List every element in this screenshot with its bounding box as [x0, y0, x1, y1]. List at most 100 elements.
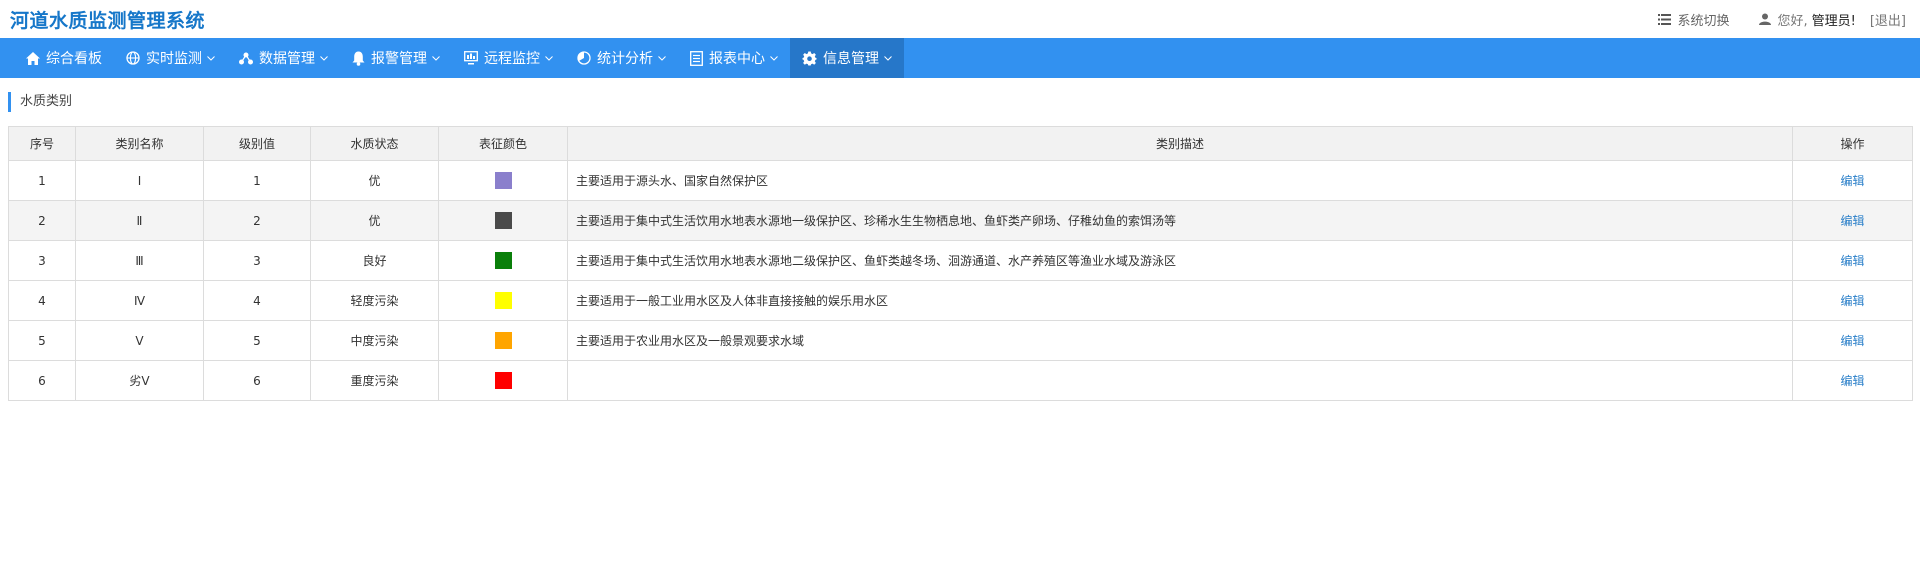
nav-label: 远程监控	[484, 51, 540, 67]
cell-status: 重度污染	[310, 360, 439, 401]
nav-label: 综合看板	[46, 51, 102, 67]
logout-link[interactable]: [退出]	[1870, 10, 1906, 29]
cell-name: Ⅳ	[75, 280, 204, 321]
cell-description: 主要适用于集中式生活饮用水地表水源地一级保护区、珍稀水生生物栖息地、鱼虾类产卵场…	[567, 200, 1793, 241]
cell-color	[438, 320, 568, 361]
cell-level: 5	[203, 320, 311, 361]
bell-icon	[352, 51, 365, 66]
chevron-down-icon	[432, 55, 440, 61]
nav-label: 数据管理	[259, 51, 315, 67]
cell-level: 1	[203, 160, 311, 201]
color-swatch	[494, 212, 512, 229]
home-icon	[26, 51, 40, 65]
header-actions: 系统切换 您好, 管理员! [退出]	[1658, 10, 1906, 29]
column-header: 表征颜色	[438, 126, 568, 161]
edit-link[interactable]: 编辑	[1840, 214, 1864, 228]
table-row: 3 Ⅲ 3 良好 主要适用于集中式生活饮用水地表水源地二级保护区、鱼虾类越冬场、…	[8, 240, 1913, 281]
edit-link[interactable]: 编辑	[1840, 294, 1864, 308]
chevron-down-icon	[658, 55, 666, 61]
column-header: 水质状态	[310, 126, 439, 161]
table-row: 2 Ⅱ 2 优 主要适用于集中式生活饮用水地表水源地一级保护区、珍稀水生生物栖息…	[8, 200, 1913, 241]
cell-description: 主要适用于源头水、国家自然保护区	[567, 160, 1793, 201]
cell-color	[438, 240, 568, 281]
cell-status: 中度污染	[310, 320, 439, 361]
monitor-icon	[464, 51, 478, 65]
color-swatch	[494, 332, 512, 349]
nav-item-alarm-management[interactable]: 报警管理	[340, 38, 452, 78]
gear-icon	[802, 51, 817, 66]
table-row: 4 Ⅳ 4 轻度污染 主要适用于一般工业用水区及人体非直接接触的娱乐用水区 编辑	[8, 280, 1913, 321]
cell-index: 4	[8, 280, 76, 321]
table-row: 6 劣Ⅴ 6 重度污染 编辑	[8, 360, 1913, 401]
cell-index: 6	[8, 360, 76, 401]
cell-color	[438, 160, 568, 201]
column-header: 序号	[8, 126, 76, 161]
nav-label: 统计分析	[597, 51, 653, 67]
table-row: 5 Ⅴ 5 中度污染 主要适用于农业用水区及一般景观要求水域 编辑	[8, 320, 1913, 361]
edit-link[interactable]: 编辑	[1840, 174, 1864, 188]
cell-index: 3	[8, 240, 76, 281]
nav-label: 实时监测	[146, 51, 202, 67]
list-icon	[1658, 13, 1672, 25]
nav-item-remote-monitoring[interactable]: 远程监控	[452, 38, 565, 78]
cell-level: 4	[203, 280, 311, 321]
column-header: 类别名称	[75, 126, 204, 161]
nav-item-report-center[interactable]: 报表中心	[678, 38, 790, 78]
chevron-down-icon	[770, 55, 778, 61]
nav-item-data-management[interactable]: 数据管理	[227, 38, 340, 78]
water-category-table: 序号 类别名称 级别值 水质状态 表征颜色 类别描述 操作 1 Ⅰ 1 优 主要…	[8, 126, 1913, 401]
main-nav: 综合看板 实时监测 数据管理 报警管理 远程监控 统计分析 报表中心 信息管理	[0, 38, 1920, 78]
nav-item-realtime[interactable]: 实时监测	[114, 38, 227, 78]
color-swatch	[494, 292, 512, 309]
cell-description: 主要适用于农业用水区及一般景观要求水域	[567, 320, 1793, 361]
color-swatch	[494, 252, 512, 269]
greeting-text: 您好,	[1777, 13, 1808, 29]
nav-item-statistics[interactable]: 统计分析	[565, 38, 678, 78]
edit-link[interactable]: 编辑	[1840, 254, 1864, 268]
cell-level: 2	[203, 200, 311, 241]
cell-color	[438, 360, 568, 401]
cell-action: 编辑	[1792, 320, 1913, 361]
nav-label: 报警管理	[371, 51, 427, 67]
edit-link[interactable]: 编辑	[1840, 334, 1864, 348]
cell-action: 编辑	[1792, 280, 1913, 321]
cell-action: 编辑	[1792, 160, 1913, 201]
table-header-row: 序号 类别名称 级别值 水质状态 表征颜色 类别描述 操作	[8, 126, 1913, 161]
nav-item-info-management[interactable]: 信息管理	[790, 38, 904, 78]
edit-link[interactable]: 编辑	[1840, 374, 1864, 388]
nodes-icon	[239, 52, 253, 65]
nav-label: 报表中心	[709, 51, 765, 67]
chevron-down-icon	[207, 55, 215, 61]
color-swatch	[494, 372, 512, 389]
color-swatch	[494, 172, 512, 189]
cell-description: 主要适用于一般工业用水区及人体非直接接触的娱乐用水区	[567, 280, 1793, 321]
cell-status: 良好	[310, 240, 439, 281]
column-header: 类别描述	[567, 126, 1793, 161]
username: 管理员!	[1811, 13, 1856, 29]
cell-description: 主要适用于集中式生活饮用水地表水源地二级保护区、鱼虾类越冬场、洄游通道、水产养殖…	[567, 240, 1793, 281]
nav-item-dashboard[interactable]: 综合看板	[0, 38, 114, 78]
cell-action: 编辑	[1792, 200, 1913, 241]
cell-name: Ⅱ	[75, 200, 204, 241]
cell-name: Ⅰ	[75, 160, 204, 201]
cell-level: 3	[203, 240, 311, 281]
cell-index: 1	[8, 160, 76, 201]
pie-icon	[577, 51, 591, 65]
column-header: 操作	[1792, 126, 1913, 161]
cell-status: 优	[310, 200, 439, 241]
system-switch-label: 系统切换	[1677, 13, 1730, 29]
chevron-down-icon	[320, 55, 328, 61]
cell-name: 劣Ⅴ	[75, 360, 204, 401]
column-header: 级别值	[203, 126, 311, 161]
system-switch-button[interactable]: 系统切换	[1658, 10, 1729, 29]
cell-level: 6	[203, 360, 311, 401]
cell-name: Ⅴ	[75, 320, 204, 361]
chevron-down-icon	[884, 55, 892, 61]
app-title: 河道水质监测管理系统	[10, 9, 206, 32]
top-header: 河道水质监测管理系统 系统切换 您好, 管理员! [退出]	[0, 0, 1920, 38]
cell-index: 2	[8, 200, 76, 241]
globe-icon	[126, 51, 140, 65]
section-title: 水质类别	[8, 92, 72, 112]
cell-index: 5	[8, 320, 76, 361]
cell-status: 轻度污染	[310, 280, 439, 321]
